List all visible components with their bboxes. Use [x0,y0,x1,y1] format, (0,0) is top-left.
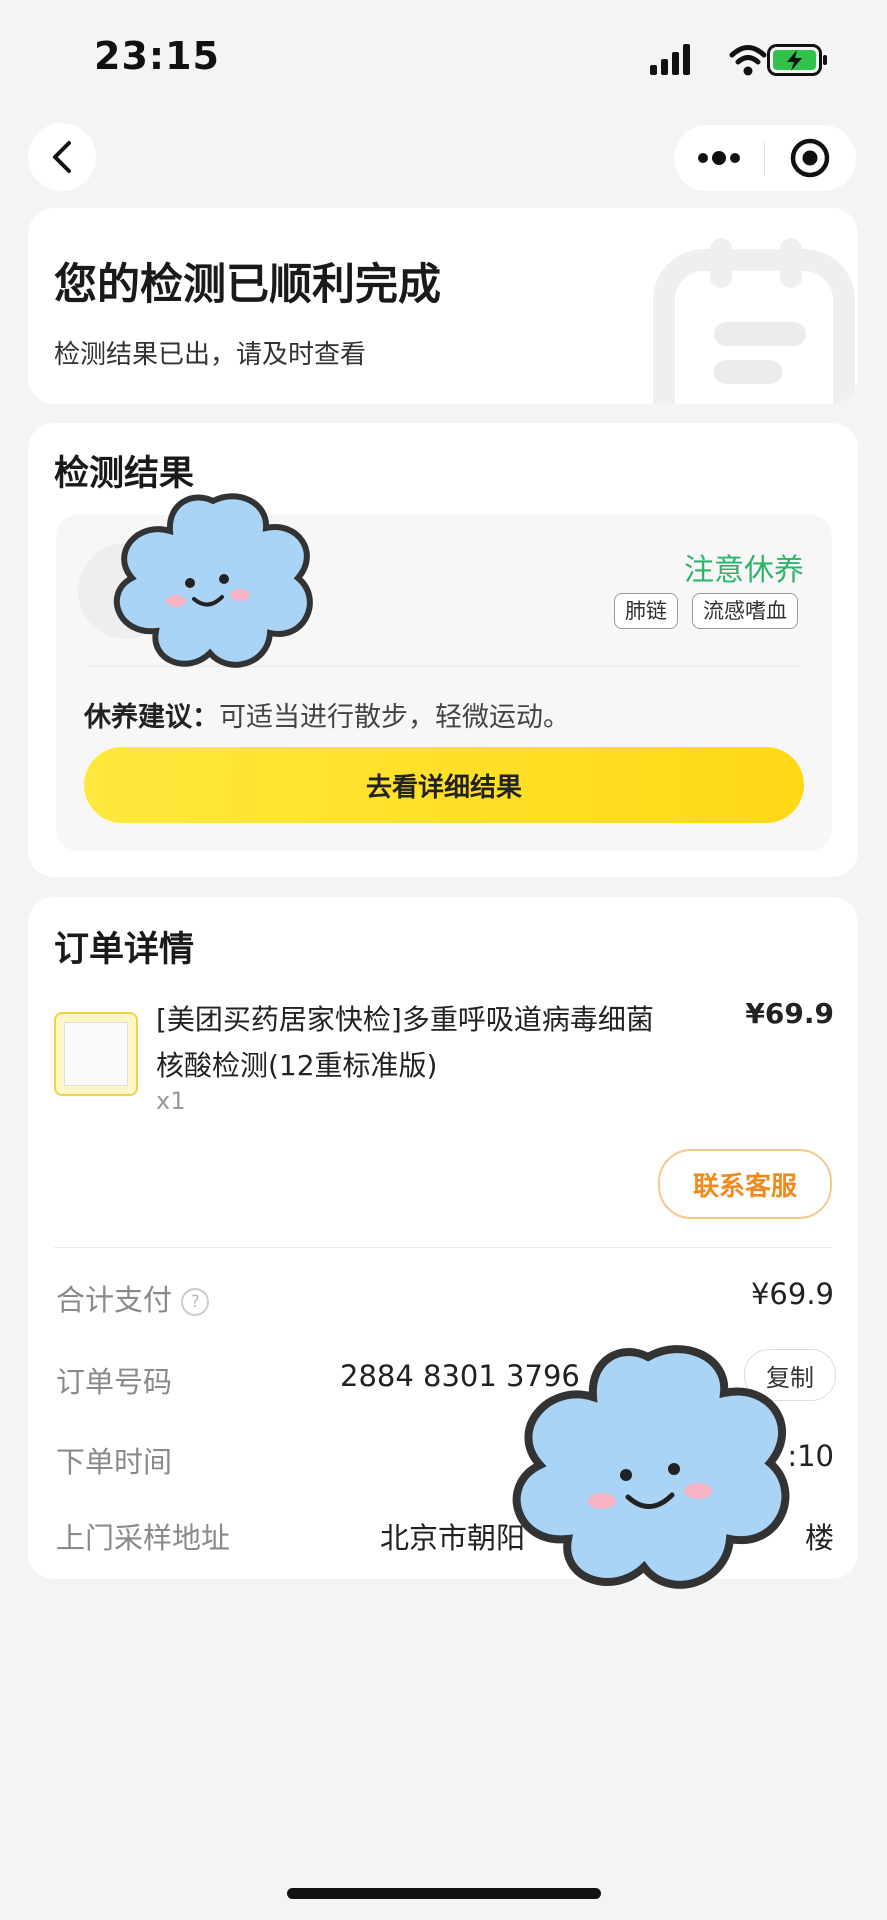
status-icons [645,40,830,78]
advice-label: 休养建议： [84,702,219,733]
battery-icon [767,44,827,76]
product-quantity: x1 [156,1087,186,1115]
chevron-left-icon [53,141,71,173]
banner-title: 您的检测已顺利完成 [54,260,441,310]
total-label-text: 合计支付 [56,1283,173,1317]
clipboard-decoration-icon [653,238,855,404]
product-thumbnail[interactable] [54,1012,138,1096]
status-time: 23:15 [94,34,220,78]
close-miniprogram-button[interactable] [765,125,855,191]
address-value-right: 楼 [804,1521,834,1555]
completion-banner-card: 您的检测已顺利完成 检测结果已出，请及时查看 [28,208,858,404]
view-detail-button[interactable]: 去看详细结果 [84,747,804,823]
total-value: ¥69.9 [750,1277,834,1311]
order-time-label: 下单时间 [56,1445,173,1479]
product-name-line1: [美团买药居家快检]多重呼吸道病毒细菌 [156,1003,654,1036]
tag-influenza: 流感嗜血 [692,593,798,629]
more-dots-icon [698,151,740,165]
product-name[interactable]: [美团买药居家快检]多重呼吸道病毒细菌 核酸检测(12重标准版) [156,997,654,1089]
wifi-icon [729,45,767,76]
advice-text: 可适当进行散步，轻微运动。 [219,702,570,733]
cloud-sticker [113,493,313,668]
tag-lung: 肺链 [614,593,678,629]
more-button[interactable] [674,125,764,191]
result-status: 注意休养 [684,553,804,588]
advice-row: 休养建议：可适当进行散步，轻微运动。 [84,695,570,734]
home-indicator[interactable] [287,1888,601,1899]
result-card: 检测结果 注意休养 肺链 流感嗜血 休养建议：可适当进行散步，轻微运动。 去看详… [28,423,858,877]
back-button[interactable] [28,123,96,191]
signal-icon [650,44,690,75]
mini-program-capsule [674,125,856,191]
product-name-line2: 核酸检测(12重标准版) [156,1049,438,1082]
order-section-title: 订单详情 [54,930,195,970]
total-label: 合计支付 ? [56,1277,210,1319]
target-circle-icon [790,138,830,178]
address-label: 上门采样地址 [56,1521,231,1555]
order-divider [54,1247,832,1248]
contact-service-button[interactable]: 联系客服 [658,1149,832,1219]
product-price: ¥69.9 [745,997,834,1030]
banner-subtitle: 检测结果已出，请及时查看 [54,340,367,370]
order-no-label: 订单号码 [56,1365,173,1399]
help-circle-icon[interactable]: ? [181,1288,210,1316]
cloud-sticker [512,1345,790,1589]
